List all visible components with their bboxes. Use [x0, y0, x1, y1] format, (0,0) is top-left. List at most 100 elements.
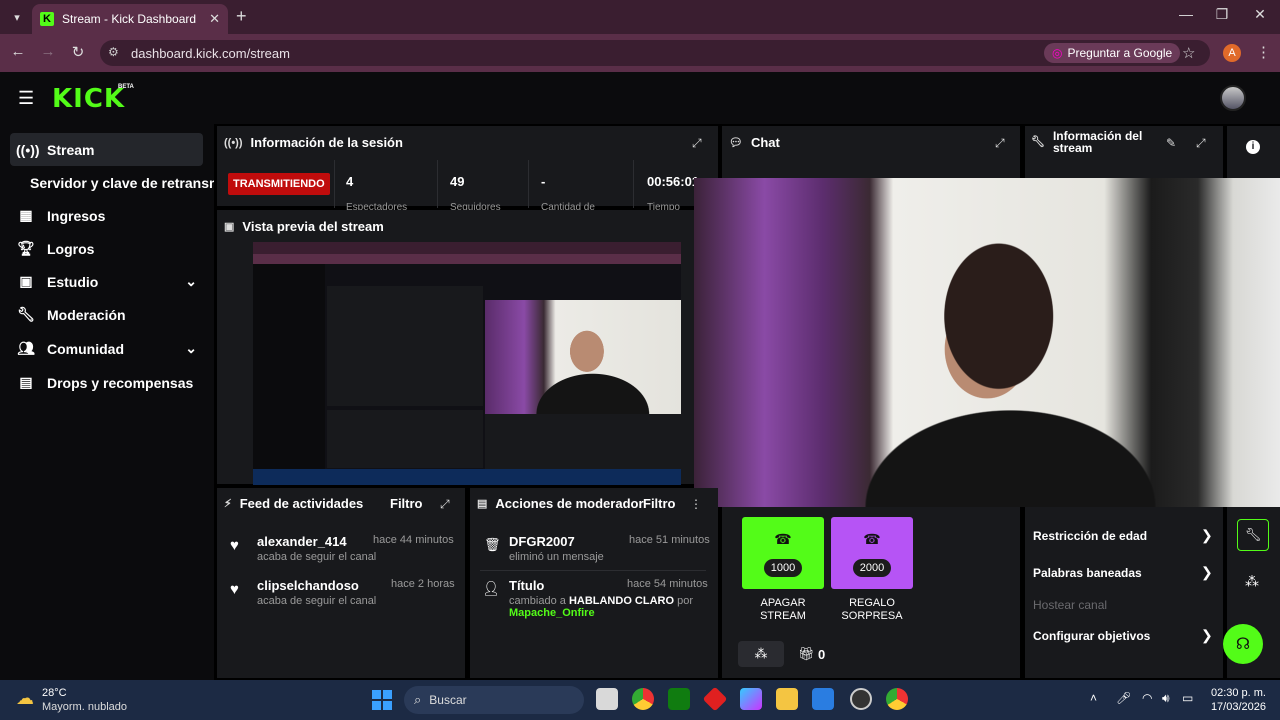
sidebar: ((•)) Stream Servidor y clave de retrans…: [0, 124, 214, 680]
chat-title: 💬︎ Chat: [729, 135, 780, 150]
mini-chat: [485, 414, 681, 469]
gift-count: 0: [818, 647, 826, 662]
wifi-icon[interactable]: ◠: [1142, 691, 1152, 705]
expand-icon[interactable]: ⤢: [995, 136, 1005, 151]
reward-apagar-stream[interactable]: ☎ 1000: [742, 517, 824, 589]
mini-sidebar: [253, 264, 325, 469]
community-toggle-button[interactable]: ⁂: [738, 641, 784, 667]
sidebar-item-logros[interactable]: 🏆︎ Logros: [10, 232, 203, 265]
activity-user[interactable]: clipselchandoso: [257, 578, 359, 593]
stat-divider: [437, 160, 438, 208]
wrench-icon: 🔧︎: [1031, 136, 1045, 148]
sidebar-item-comunidad[interactable]: 👥︎ Comunidad ⌄: [10, 332, 203, 365]
back-icon[interactable]: ←: [8, 43, 28, 60]
new-tab-icon[interactable]: +: [236, 6, 247, 27]
mini-taskbar: [253, 469, 681, 485]
sidebar-item-drops[interactable]: ▤ Drops y recompensas: [10, 366, 203, 399]
reward-label: REGALO SORPRESA: [831, 597, 913, 623]
wrench-tool-button[interactable]: 🔧︎: [1237, 519, 1269, 551]
reward-regalo-sorpresa[interactable]: ☎ 2000: [831, 517, 913, 589]
community-dots-icon[interactable]: ⁂: [1245, 573, 1259, 590]
taskbar-date[interactable]: 17/03/2026: [1196, 701, 1266, 713]
sidebar-item-stream[interactable]: ((•)) Stream: [10, 133, 203, 166]
sidebar-item-label: Estudio: [47, 273, 99, 290]
setting-banned-words[interactable]: Palabras baneadas: [1033, 566, 1142, 580]
expand-icon[interactable]: ⤢: [1196, 136, 1206, 151]
mod-action-time: hace 54 minutos: [627, 578, 708, 590]
chevron-right-icon[interactable]: ❯: [1201, 564, 1213, 581]
ask-google-button[interactable]: ◎ Preguntar a Google: [1044, 43, 1181, 63]
windows-start-icon[interactable]: [372, 690, 392, 710]
mod-action-user[interactable]: DFGR2007: [509, 534, 575, 549]
tray-chevron-icon[interactable]: ˄: [1090, 691, 1097, 705]
maximize-icon[interactable]: ❐: [1212, 6, 1232, 23]
weather-temp[interactable]: 28°C: [42, 687, 67, 699]
chevron-down-icon: ⌄: [185, 273, 197, 289]
file-explorer-icon[interactable]: [596, 688, 618, 710]
microphone-icon[interactable]: 🎤︎: [1116, 691, 1131, 705]
wrench-icon: 🔧︎: [17, 306, 35, 322]
weather-desc[interactable]: Mayorm. nublado: [42, 701, 127, 713]
chrome-profile-icon[interactable]: [886, 688, 908, 710]
site-info-icon[interactable]: ⚙: [108, 45, 119, 59]
phone-icon: ☎: [863, 531, 881, 547]
weather-cloud-icon[interactable]: ☁: [16, 688, 34, 709]
expand-icon[interactable]: ⤢: [440, 497, 450, 512]
user-avatar[interactable]: [1220, 85, 1246, 111]
obs-icon[interactable]: [850, 688, 872, 710]
xbox-icon[interactable]: [668, 688, 690, 710]
volume-icon[interactable]: 🔊︎: [1162, 691, 1170, 706]
stream-preview-video[interactable]: [253, 242, 681, 485]
setting-age-restriction[interactable]: Restricción de edad: [1033, 529, 1147, 543]
mod-filter-button[interactable]: Filtro: [643, 496, 676, 511]
heart-icon: ♥: [230, 537, 239, 554]
close-tab-icon[interactable]: ✕: [209, 11, 220, 27]
sidebar-item-moderacion[interactable]: 🔧︎ Moderación: [10, 298, 203, 331]
activity-filter-button[interactable]: Filtro: [390, 496, 423, 511]
bookmark-star-icon[interactable]: ☆: [1182, 44, 1195, 62]
chart-icon: ▦: [19, 207, 33, 223]
browser-tab[interactable]: K Stream - Kick Dashboard ✕: [32, 4, 228, 34]
reward-label-line1: APAGAR: [760, 597, 806, 609]
battery-icon[interactable]: ▭: [1182, 691, 1193, 705]
chrome-icon[interactable]: [632, 688, 654, 710]
kick-favicon-icon: K: [40, 12, 54, 26]
expand-icon[interactable]: ⤢: [692, 136, 702, 151]
info-icon[interactable]: i: [1246, 140, 1260, 154]
activity-user[interactable]: alexander_414: [257, 534, 347, 549]
profile-avatar[interactable]: A: [1223, 44, 1241, 62]
mini-webcam: [485, 300, 681, 414]
sidebar-item-server-key[interactable]: Servidor y clave de retransm: [24, 166, 214, 199]
more-icon[interactable]: ⋮: [690, 497, 702, 511]
copilot-icon[interactable]: [740, 688, 762, 710]
desc-value: HABLANDO CLARO: [568, 595, 675, 607]
kick-logo[interactable]: KICK: [52, 84, 125, 114]
browser-menu-icon[interactable]: ⋮: [1256, 43, 1271, 61]
reward-cost: 1000: [764, 559, 802, 577]
forward-icon[interactable]: →: [38, 43, 58, 60]
taskbar-time[interactable]: 02:30 p. m.: [1206, 687, 1266, 699]
store-icon[interactable]: [812, 688, 834, 710]
trash-icon: 🗑︎: [484, 537, 501, 552]
folder-icon[interactable]: [776, 688, 798, 710]
setting-configure-goals[interactable]: Configurar objetivos: [1033, 629, 1150, 643]
edit-pencil-icon[interactable]: ✎: [1166, 136, 1176, 150]
reload-icon[interactable]: ↻: [68, 43, 88, 61]
taskbar-search[interactable]: ⌕ Buscar: [404, 686, 584, 714]
sidebar-item-estudio[interactable]: ▣ Estudio ⌄: [10, 265, 203, 298]
mod-action-desc: eliminó un mensaje: [509, 551, 604, 563]
chevron-right-icon[interactable]: ❯: [1201, 627, 1213, 644]
url-text[interactable]: dashboard.kick.com/stream: [131, 46, 290, 61]
sidebar-item-ingresos[interactable]: ▦ Ingresos: [10, 199, 203, 232]
desc-user[interactable]: Mapache_Onfire: [509, 607, 595, 619]
tab-list-dropdown-icon[interactable]: ▾: [6, 8, 28, 26]
support-chat-button[interactable]: ☊: [1223, 624, 1263, 664]
mod-actions-title: ▤ Acciones de moderador: [477, 496, 644, 511]
stat-divider: [528, 160, 529, 208]
close-window-icon[interactable]: ✕: [1250, 6, 1270, 23]
activity-desc: acaba de seguir el canal: [257, 551, 377, 563]
minimize-icon[interactable]: —: [1176, 6, 1196, 22]
chevron-right-icon[interactable]: ❯: [1201, 527, 1213, 544]
hamburger-menu-icon[interactable]: ☰: [18, 88, 34, 109]
heart-icon: ♥: [230, 581, 239, 598]
